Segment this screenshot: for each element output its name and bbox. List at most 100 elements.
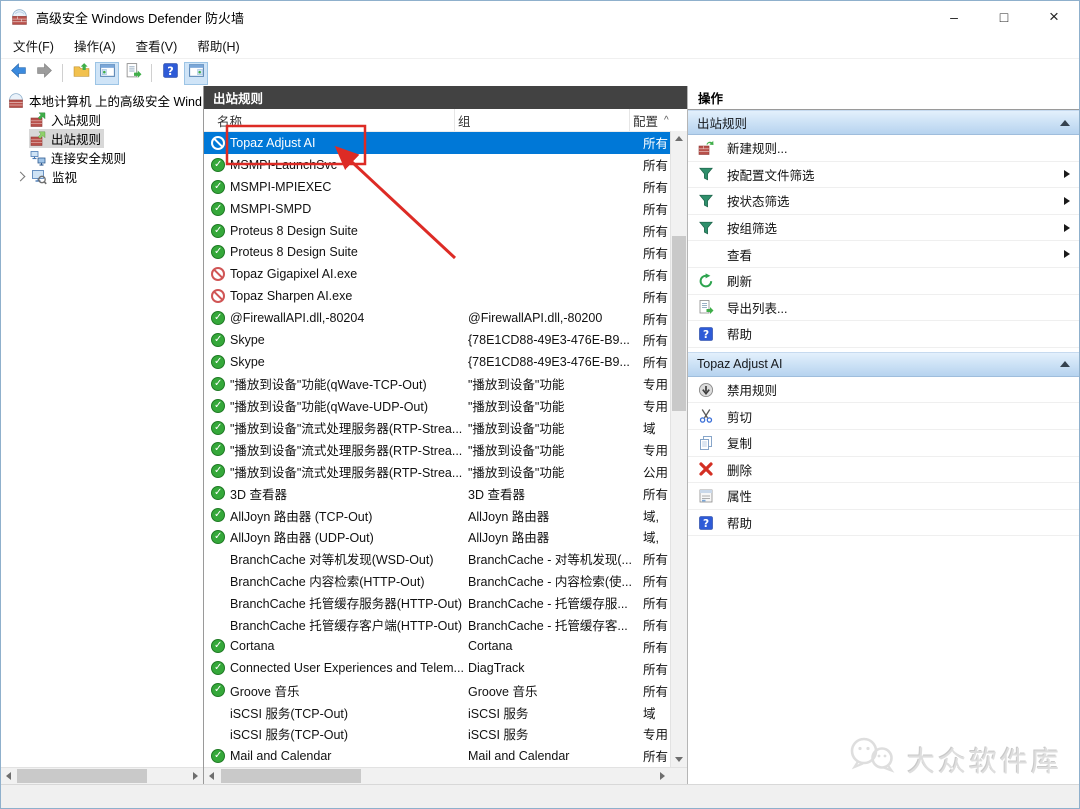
scroll-left-button[interactable] bbox=[1, 768, 16, 784]
tree-item-1[interactable]: 出站规则 bbox=[1, 129, 203, 148]
rule-row[interactable]: Groove 音乐 Groove 音乐 所有 bbox=[204, 679, 687, 701]
action-0-4[interactable]: 查看 bbox=[688, 241, 1079, 268]
rule-row[interactable]: @FirewallAPI.dll,-80204 @FirewallAPI.dll… bbox=[204, 307, 687, 329]
action-1-1[interactable]: 剪切 bbox=[688, 403, 1079, 430]
tree-root[interactable]: 本地计算机 上的高级安全 Wind bbox=[1, 91, 203, 110]
tree-item-3[interactable]: 监视 bbox=[1, 167, 203, 186]
rule-name: Proteus 8 Design Suite bbox=[230, 245, 468, 259]
firewall-icon bbox=[8, 93, 24, 109]
rule-row[interactable]: Proteus 8 Design Suite 所有 bbox=[204, 241, 687, 263]
scroll-right-button[interactable] bbox=[655, 768, 670, 784]
rule-row[interactable]: "播放到设备"功能(qWave-TCP-Out) "播放到设备"功能 专用 bbox=[204, 373, 687, 395]
action-0-0[interactable]: 新建规则... bbox=[688, 135, 1079, 162]
actions-section-header[interactable]: Topaz Adjust AI bbox=[688, 352, 1079, 377]
scrollbar-thumb[interactable] bbox=[672, 236, 686, 411]
rule-row[interactable]: BranchCache 对等机发现(WSD-Out) BranchCache -… bbox=[204, 548, 687, 570]
scroll-left-button[interactable] bbox=[204, 768, 219, 784]
wechat-logo-icon bbox=[847, 736, 899, 783]
rule-row[interactable]: "播放到设备"流式处理服务器(RTP-Strea... "播放到设备"功能 专用 bbox=[204, 438, 687, 460]
rule-row[interactable]: AllJoyn 路由器 (TCP-Out) AllJoyn 路由器 域, bbox=[204, 504, 687, 526]
help-icon: ? bbox=[162, 62, 179, 84]
rule-row[interactable]: MSMPI-SMPD 所有 bbox=[204, 198, 687, 220]
column-header-profile[interactable]: 配置 ^ bbox=[630, 109, 687, 131]
rule-name: BranchCache 内容检索(HTTP-Out) bbox=[230, 571, 468, 590]
rule-name: Mail and Calendar bbox=[230, 749, 468, 763]
toolbar-show-action-pane-button[interactable] bbox=[184, 62, 208, 85]
rule-row[interactable]: BranchCache 托管缓存服务器(HTTP-Out) BranchCach… bbox=[204, 592, 687, 614]
scrollbar-thumb[interactable] bbox=[17, 769, 147, 783]
close-button[interactable]: × bbox=[1029, 1, 1079, 33]
menu-item-2[interactable]: 查看(V) bbox=[126, 33, 188, 58]
rule-row[interactable]: MSMPI-LaunchSvc 所有 bbox=[204, 154, 687, 176]
app-window: 高级安全 Windows Defender 防火墙 – □ × 文件(F)操作(… bbox=[0, 0, 1080, 809]
rule-row[interactable]: Connected User Experiences and Telem... … bbox=[204, 657, 687, 679]
action-0-6[interactable]: 导出列表... bbox=[688, 295, 1079, 322]
action-0-2[interactable]: 按状态筛选 bbox=[688, 188, 1079, 215]
rule-row[interactable]: Cortana Cortana 所有 bbox=[204, 635, 687, 657]
action-0-1[interactable]: 按配置文件筛选 bbox=[688, 162, 1079, 189]
menu-item-1[interactable]: 操作(A) bbox=[64, 33, 126, 58]
toolbar-help-button[interactable]: ? bbox=[158, 62, 182, 85]
toolbar-folder-up-button[interactable] bbox=[69, 62, 93, 85]
scroll-up-button[interactable] bbox=[671, 131, 687, 146]
rule-row[interactable]: Topaz Adjust AI 所有 bbox=[204, 132, 687, 154]
action-0-7[interactable]: ? 帮助 bbox=[688, 321, 1079, 348]
action-label: 查看 bbox=[727, 245, 752, 264]
toolbar-forward-arrow-button[interactable] bbox=[32, 62, 56, 85]
column-header-group[interactable]: 组 bbox=[455, 109, 630, 131]
rule-row[interactable]: BranchCache 内容检索(HTTP-Out) BranchCache -… bbox=[204, 570, 687, 592]
content-area: 本地计算机 上的高级安全 Wind 入站规则 出站规则 连接安全规则 监视 出站… bbox=[1, 86, 1079, 784]
actions-section-header[interactable]: 出站规则 bbox=[688, 110, 1079, 135]
menu-item-3[interactable]: 帮助(H) bbox=[187, 33, 249, 58]
tree-item-0[interactable]: 入站规则 bbox=[1, 110, 203, 129]
action-1-5[interactable]: ? 帮助 bbox=[688, 510, 1079, 537]
rule-row[interactable]: iSCSI 服务(TCP-Out) iSCSI 服务 专用 bbox=[204, 723, 687, 745]
refresh-icon bbox=[697, 272, 714, 289]
scrollbar-thumb[interactable] bbox=[221, 769, 361, 783]
rule-group: iSCSI 服务 bbox=[468, 724, 643, 743]
toolbar: ? bbox=[1, 58, 1079, 88]
rule-row[interactable]: Topaz Gigapixel AI.exe 所有 bbox=[204, 263, 687, 285]
action-1-0[interactable]: 禁用规则 bbox=[688, 377, 1079, 404]
scroll-down-button[interactable] bbox=[671, 752, 687, 767]
action-1-3[interactable]: 删除 bbox=[688, 457, 1079, 484]
toolbar-show-console-tree-button[interactable] bbox=[95, 62, 119, 85]
rule-row[interactable]: 3D 查看器 3D 查看器 所有 bbox=[204, 482, 687, 504]
tree-item-label: 连接安全规则 bbox=[51, 148, 126, 167]
action-0-3[interactable]: 按组筛选 bbox=[688, 215, 1079, 242]
rule-row[interactable]: "播放到设备"流式处理服务器(RTP-Strea... "播放到设备"功能 公用 bbox=[204, 460, 687, 482]
toolbar-separator bbox=[62, 64, 63, 82]
rules-horizontal-scrollbar[interactable] bbox=[204, 767, 687, 784]
expand-chevron-icon[interactable] bbox=[16, 172, 26, 182]
action-1-4[interactable]: 属性 bbox=[688, 483, 1079, 510]
rule-row[interactable]: Skype {78E1CD88-49E3-476E-B9... 所有 bbox=[204, 351, 687, 373]
rule-enabled-icon bbox=[211, 464, 225, 478]
action-1-2[interactable]: 复制 bbox=[688, 430, 1079, 457]
collapse-chevron-icon[interactable] bbox=[1060, 120, 1070, 126]
rule-row[interactable]: "播放到设备"流式处理服务器(RTP-Strea... "播放到设备"功能 域 bbox=[204, 417, 687, 439]
rule-row[interactable]: BranchCache 托管缓存客户端(HTTP-Out) BranchCach… bbox=[204, 614, 687, 636]
rule-row[interactable]: Proteus 8 Design Suite 所有 bbox=[204, 220, 687, 242]
submenu-arrow-icon bbox=[1064, 224, 1070, 232]
rule-row[interactable]: Mail and Calendar Mail and Calendar 所有 bbox=[204, 745, 687, 767]
tree-item-2[interactable]: 连接安全规则 bbox=[1, 148, 203, 167]
rule-row[interactable]: AllJoyn 路由器 (UDP-Out) AllJoyn 路由器 域, bbox=[204, 526, 687, 548]
rule-group: "播放到设备"功能 bbox=[468, 374, 643, 393]
rule-row[interactable]: Skype {78E1CD88-49E3-476E-B9... 所有 bbox=[204, 329, 687, 351]
rule-row[interactable]: Topaz Sharpen AI.exe 所有 bbox=[204, 285, 687, 307]
minimize-button[interactable]: – bbox=[929, 1, 979, 33]
column-header-name[interactable]: 名称 bbox=[204, 109, 455, 131]
rules-vertical-scrollbar[interactable] bbox=[670, 131, 687, 767]
toolbar-export-list-button[interactable] bbox=[121, 62, 145, 85]
maximize-button[interactable]: □ bbox=[979, 1, 1029, 33]
toolbar-back-arrow-button[interactable] bbox=[6, 62, 30, 85]
tree-horizontal-scrollbar[interactable] bbox=[1, 767, 203, 784]
scroll-right-button[interactable] bbox=[188, 768, 203, 784]
collapse-chevron-icon[interactable] bbox=[1060, 361, 1070, 367]
rule-row[interactable]: MSMPI-MPIEXEC 所有 bbox=[204, 176, 687, 198]
rule-row[interactable]: "播放到设备"功能(qWave-UDP-Out) "播放到设备"功能 专用 bbox=[204, 395, 687, 417]
action-0-5[interactable]: 刷新 bbox=[688, 268, 1079, 295]
rule-row[interactable]: iSCSI 服务(TCP-Out) iSCSI 服务 域 bbox=[204, 701, 687, 723]
rule-enabled-icon bbox=[211, 333, 225, 347]
menu-item-0[interactable]: 文件(F) bbox=[3, 33, 64, 58]
